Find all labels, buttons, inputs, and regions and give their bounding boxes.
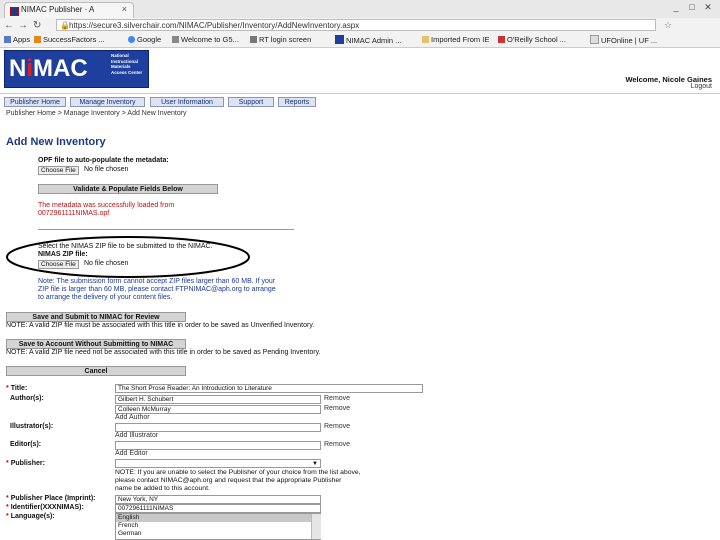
folder-icon — [422, 36, 429, 43]
minimize-icon[interactable]: _ — [668, 2, 684, 12]
bookmark-imported[interactable]: Imported From IE — [422, 35, 489, 44]
authors-label: Author(s): — [10, 395, 44, 402]
note-line-3: to arrange the delivery of your content … — [38, 294, 173, 301]
google-icon — [128, 36, 135, 43]
lock-icon: 🔒 — [60, 21, 70, 30]
save-note: NOTE: A valid ZIP file need not be assoc… — [6, 349, 321, 356]
editors-label: Editor(s): — [10, 441, 42, 448]
bookmark-icon — [335, 35, 344, 44]
publisher-place-field[interactable]: New York, NY — [115, 495, 321, 504]
author-field-2[interactable]: Colleen McMurray — [115, 405, 321, 414]
title-label: * Title: — [6, 385, 28, 392]
note-line-2: ZIP file is larger than 60 MB, please co… — [38, 286, 276, 293]
bookmarks-bar: Apps SuccessFactors ... Google Welcome t… — [0, 34, 720, 48]
tab-title: NIMAC Publisher · A — [21, 5, 95, 14]
bookmark-icon — [34, 36, 41, 43]
logo-wordmark: NiMAC — [9, 55, 88, 82]
illustrators-label: Illustrator(s): — [10, 423, 54, 430]
page-title: Add New Inventory — [6, 136, 106, 148]
add-illustrator-link[interactable]: Add Illustrator — [115, 432, 158, 439]
submit-note: NOTE: A valid ZIP file must be associate… — [6, 322, 315, 329]
publisher-select[interactable]: ▼ — [115, 459, 321, 468]
validate-populate-button[interactable]: Validate & Populate Fields Below — [38, 184, 218, 194]
add-author-link[interactable]: Add Author — [115, 414, 150, 421]
back-icon[interactable]: ← — [4, 20, 14, 31]
opf-choose-file-button[interactable]: Choose File — [38, 166, 79, 175]
bookmark-icon — [172, 36, 179, 43]
highlight-ellipse — [6, 236, 250, 278]
bookmark-star-icon[interactable]: ☆ — [664, 20, 672, 31]
remove-author-2-link[interactable]: Remove — [324, 405, 350, 412]
identifier-field[interactable]: 0072961111NIMAS — [115, 504, 321, 513]
remove-illustrator-link[interactable]: Remove — [324, 423, 350, 430]
author-field-1[interactable]: Gilbert H. Schubert — [115, 395, 321, 404]
header-divider — [0, 93, 720, 94]
opf-label: OPF file to auto-populate the metadata: — [38, 157, 169, 164]
nav-support[interactable]: Support — [228, 97, 274, 107]
nav-reports[interactable]: Reports — [278, 97, 316, 107]
bookmark-nimac-admin[interactable]: NIMAC Admin ... — [335, 35, 401, 45]
editor-field[interactable] — [115, 441, 321, 450]
url-text: https://secure3.silverchair.com/NIMAC/Pu… — [69, 21, 360, 30]
add-editor-link[interactable]: Add Editor — [115, 450, 148, 457]
language-option-french[interactable]: French — [116, 522, 320, 530]
publisher-label: * Publisher: — [6, 460, 45, 467]
publisher-note-3: name be added to this account. — [115, 485, 210, 492]
language-scrollbar[interactable] — [311, 514, 321, 539]
apps-icon — [4, 36, 11, 43]
nav-manage-inventory[interactable]: Manage Inventory — [70, 97, 145, 107]
save-submit-button[interactable]: Save and Submit to NIMAC for Review — [6, 312, 186, 322]
opf-no-file-text: No file chosen — [84, 166, 129, 173]
bookmark-successfactors[interactable]: SuccessFactors ... — [34, 35, 105, 44]
close-window-icon[interactable]: ✕ — [700, 2, 716, 13]
window-controls: _ □ ✕ — [668, 2, 716, 13]
language-label: * Language(s): — [6, 513, 55, 520]
language-option-english[interactable]: English — [116, 514, 320, 522]
bookmark-icon — [498, 36, 505, 43]
favicon-icon — [10, 7, 19, 16]
remove-editor-link[interactable]: Remove — [324, 441, 350, 448]
bookmark-rt-login[interactable]: RT login screen — [250, 35, 311, 44]
success-filename: 0072961111NIMAS.opf — [38, 210, 110, 217]
maximize-icon[interactable]: □ — [684, 2, 700, 12]
forward-icon[interactable]: → — [18, 20, 28, 31]
illustrator-field[interactable] — [115, 423, 321, 432]
identifier-label: * Identifier(XXXNIMAS): — [6, 504, 84, 511]
success-message: The metadata was successfully loaded fro… — [38, 202, 175, 209]
chevron-down-icon: ▼ — [312, 461, 318, 467]
section-divider — [38, 229, 294, 230]
page-icon — [590, 35, 599, 44]
tab-close-icon[interactable]: × — [122, 4, 127, 14]
url-input[interactable]: 🔒 https://secure3.silverchair.com/NIMAC/… — [56, 19, 656, 31]
remove-author-1-link[interactable]: Remove — [324, 395, 350, 402]
publisher-note-1: NOTE: If you are unable to select the Pu… — [115, 469, 361, 476]
bookmark-oreilly[interactable]: O'Reilly School ... — [498, 35, 566, 44]
language-option-german[interactable]: German — [116, 530, 320, 538]
language-listbox[interactable]: English French German — [115, 513, 321, 540]
bookmark-icon — [250, 36, 257, 43]
logout-link[interactable]: Logout — [691, 83, 712, 90]
reload-icon[interactable]: ↻ — [33, 20, 41, 31]
bookmark-google[interactable]: Google — [128, 35, 161, 44]
browser-tab[interactable]: NIMAC Publisher · A × — [4, 2, 134, 19]
bookmark-apps[interactable]: Apps — [4, 35, 30, 44]
nimac-logo[interactable]: NiMAC National Instructional Materials A… — [4, 50, 149, 88]
note-line-1: Note: The submission form cannot accept … — [38, 278, 276, 285]
bookmark-welcome[interactable]: Welcome to G5... — [172, 35, 239, 44]
nav-publisher-home[interactable]: Publisher Home — [4, 97, 66, 107]
cancel-button[interactable]: Cancel — [6, 366, 186, 376]
logo-subtitle: National Instructional Materials Access … — [111, 53, 143, 75]
title-field[interactable]: The Short Prose Reader: An Introduction … — [115, 384, 423, 393]
publisher-place-label: * Publisher Place (Imprint): — [6, 495, 96, 502]
bookmark-ufonline[interactable]: UFOnline | UF ... — [590, 35, 657, 45]
publisher-note-2: please contact NIMAC@aph.org and request… — [115, 477, 342, 484]
breadcrumb: Publisher Home > Manage Inventory > Add … — [6, 110, 187, 117]
nav-user-information[interactable]: User Information — [150, 97, 224, 107]
save-without-submit-button[interactable]: Save to Account Without Submitting to NI… — [6, 339, 186, 349]
